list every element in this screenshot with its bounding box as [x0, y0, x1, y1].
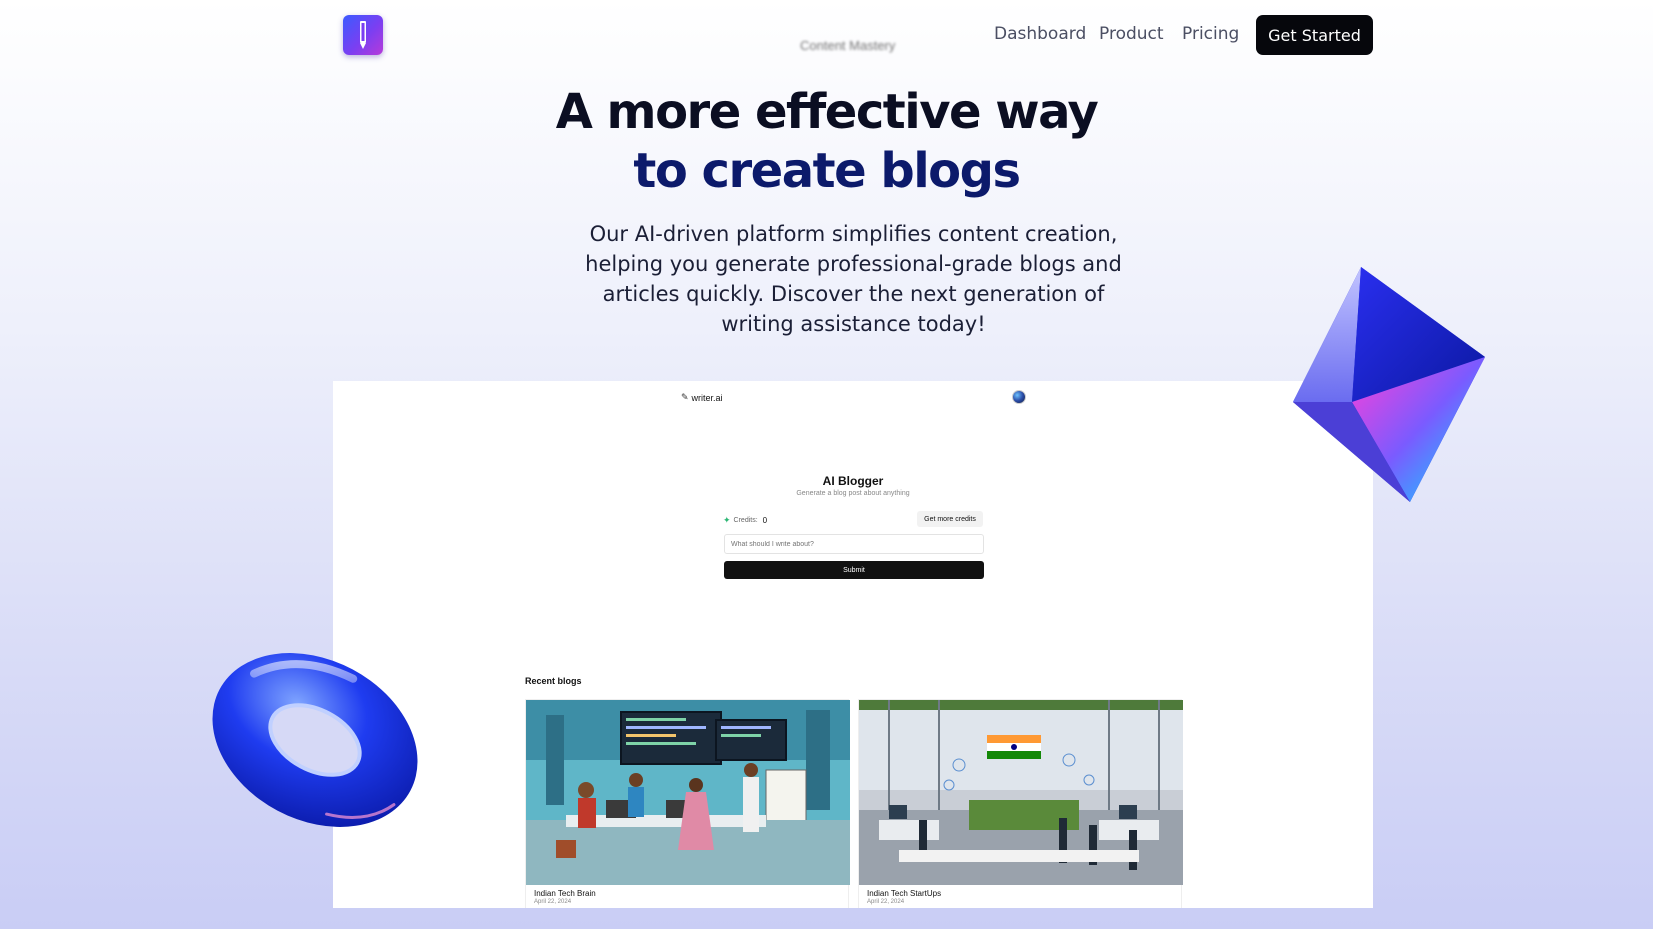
- blog-card[interactable]: Indian Tech Brain April 22, 2024: [525, 699, 850, 908]
- hero-headline-line2: to create blogs: [633, 143, 1021, 199]
- get-started-button[interactable]: Get Started: [1256, 15, 1373, 55]
- avatar-icon[interactable]: [1012, 390, 1026, 404]
- blog-card-date: April 22, 2024: [534, 899, 572, 905]
- faded-label: Content Mastery: [800, 38, 896, 53]
- prism-decoration: [1290, 262, 1490, 512]
- recent-blogs-heading: Recent blogs: [525, 676, 582, 686]
- topic-input[interactable]: [724, 534, 984, 554]
- blog-card-image: [859, 700, 1183, 885]
- hero-headline-line1: A more effective way: [555, 84, 1099, 140]
- submit-button[interactable]: Submit: [724, 561, 984, 579]
- hero-subtitle: Our AI-driven platform simplifies conten…: [585, 222, 1122, 336]
- blog-card-title: Indian Tech StartUps: [867, 889, 942, 898]
- preview-brand[interactable]: ✎ writer.ai: [681, 392, 723, 403]
- blog-card[interactable]: Indian Tech StartUps April 22, 2024: [858, 699, 1183, 908]
- preview-title: AI Blogger: [822, 474, 884, 488]
- credits-count: 0: [762, 516, 768, 525]
- app-preview: ✎ writer.ai AI Blogger Generate a blog p…: [333, 381, 1373, 908]
- pen-icon: ✎: [681, 392, 689, 402]
- preview-subtitle: Generate a blog post about anything: [796, 490, 910, 497]
- nav-product-link[interactable]: Product: [1099, 24, 1164, 44]
- blog-card-title: Indian Tech Brain: [534, 889, 596, 898]
- credits-display: ✦ Credits: 0: [723, 515, 767, 526]
- pen-logo-icon[interactable]: [343, 15, 383, 55]
- nav-pricing-link[interactable]: Pricing: [1182, 24, 1239, 44]
- top-navbar: Content Mastery Dashboard Product Pricin…: [0, 0, 1653, 70]
- get-more-credits-button[interactable]: Get more credits: [917, 511, 983, 527]
- preview-brand-label: writer.ai: [691, 392, 723, 403]
- torus-decoration: [200, 640, 430, 845]
- blog-card-date: April 22, 2024: [867, 899, 905, 905]
- sparkle-icon: ✦: [723, 515, 731, 525]
- credits-label: Credits:: [733, 517, 758, 524]
- blog-card-image: [526, 700, 850, 885]
- nav-dashboard-link[interactable]: Dashboard: [994, 24, 1086, 44]
